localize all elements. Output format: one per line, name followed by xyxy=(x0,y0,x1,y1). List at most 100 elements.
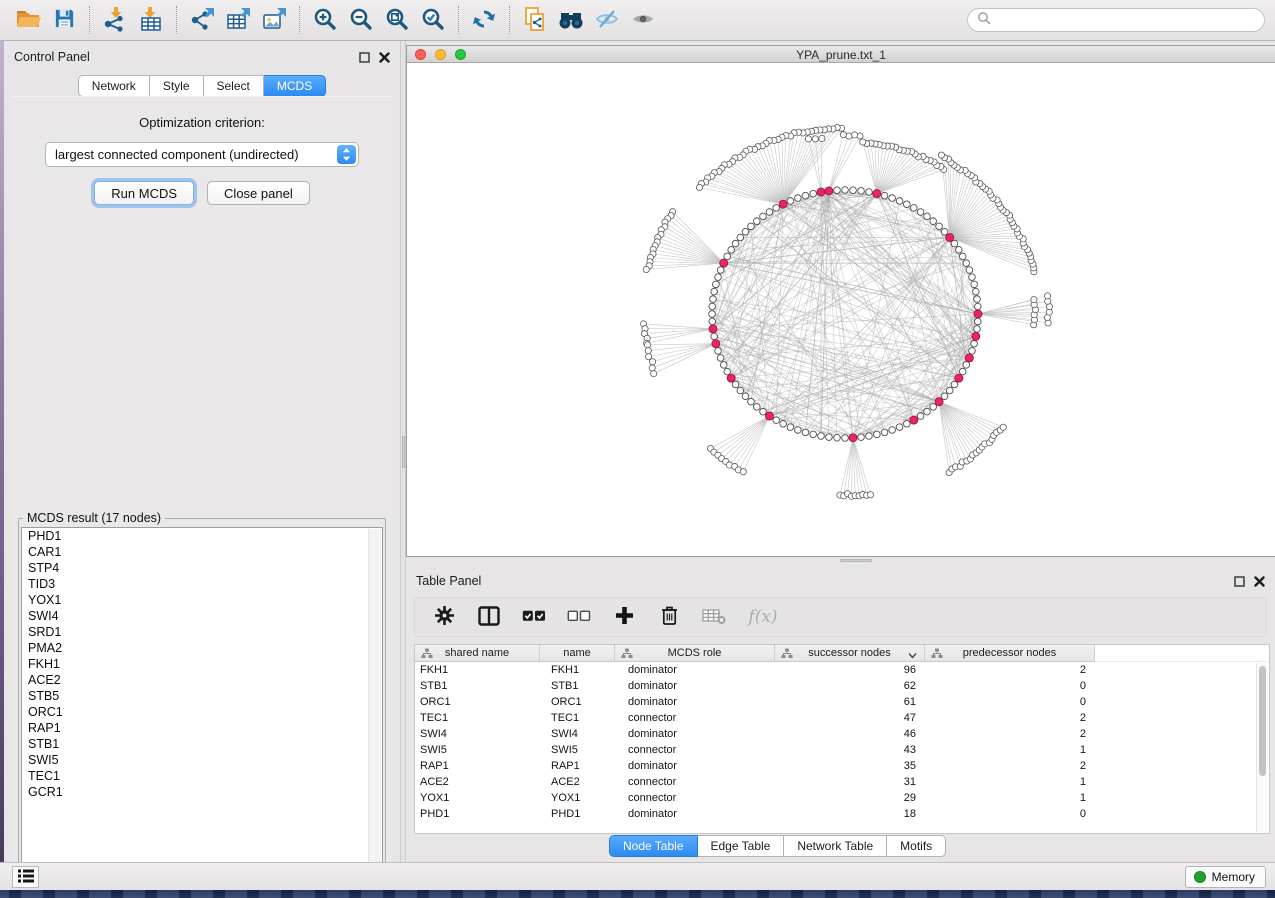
mcds-result-item[interactable]: TEC1 xyxy=(22,768,382,784)
table-row[interactable]: SWI5SWI5connector431 xyxy=(415,742,1269,758)
add-row-button[interactable] xyxy=(611,604,637,630)
zoom-fit-button[interactable] xyxy=(379,3,415,37)
close-panel-icon[interactable] xyxy=(379,50,390,68)
dominator-node[interactable] xyxy=(946,234,954,242)
attribute-tree-icon xyxy=(421,648,433,662)
dominator-node[interactable] xyxy=(972,332,980,340)
column-header-successor-nodes[interactable]: successor nodes xyxy=(775,645,925,662)
import-table-button[interactable] xyxy=(133,3,169,37)
dominator-node[interactable] xyxy=(712,340,720,348)
mcds-result-item[interactable]: SRD1 xyxy=(22,624,382,640)
table-row[interactable]: FKH1FKH1dominator962 xyxy=(415,662,1269,678)
mcds-result-item[interactable]: RAP1 xyxy=(22,720,382,736)
cell: connector xyxy=(615,774,775,790)
mcds-result-item[interactable]: PMA2 xyxy=(22,640,382,656)
cell: FKH1 xyxy=(415,662,540,678)
delete-row-button[interactable] xyxy=(656,604,682,630)
dominator-node[interactable] xyxy=(955,374,963,382)
mcds-result-item[interactable]: CAR1 xyxy=(22,544,382,560)
table-row[interactable]: SWI4SWI4dominator462 xyxy=(415,726,1269,742)
run-mcds-button[interactable]: Run MCDS xyxy=(94,181,194,205)
open-session-button[interactable] xyxy=(10,3,46,37)
dominator-node[interactable] xyxy=(965,354,973,362)
dominator-node[interactable] xyxy=(825,187,833,195)
cell: 0 xyxy=(925,678,1095,694)
import-network-button[interactable] xyxy=(97,3,133,37)
mcds-result-item[interactable]: SWI4 xyxy=(22,608,382,624)
tab-node-table[interactable]: Node Table xyxy=(609,835,698,857)
optimization-criterion-select[interactable]: largest connected component (undirected) xyxy=(45,142,359,167)
dominator-node[interactable] xyxy=(727,374,735,382)
tab-edge-table[interactable]: Edge Table xyxy=(698,835,785,857)
mcds-result-item[interactable]: FKH1 xyxy=(22,656,382,672)
dominator-node[interactable] xyxy=(720,259,728,267)
table-row[interactable]: ACE2ACE2connector311 xyxy=(415,774,1269,790)
mcds-result-item[interactable]: GCR1 xyxy=(22,784,382,800)
mcds-result-item[interactable]: STB1 xyxy=(22,736,382,752)
close-panel-button[interactable]: Close panel xyxy=(207,181,310,205)
column-header-shared-name[interactable]: shared name xyxy=(415,645,540,662)
zoom-out-button[interactable] xyxy=(343,3,379,37)
mcds-result-item[interactable]: SWI5 xyxy=(22,752,382,768)
mcds-result-item[interactable]: PHD1 xyxy=(22,528,382,544)
tab-select[interactable]: Select xyxy=(204,75,264,97)
mcds-result-item[interactable]: ORC1 xyxy=(22,704,382,720)
table-row[interactable]: STB1STB1dominator620 xyxy=(415,678,1269,694)
clone-network-button[interactable] xyxy=(517,3,553,37)
dominator-node[interactable] xyxy=(817,188,825,196)
close-panel-icon[interactable] xyxy=(1254,574,1265,592)
mcds-result-item[interactable]: STP4 xyxy=(22,560,382,576)
column-header-MCDS-role[interactable]: MCDS role xyxy=(615,645,775,662)
tab-style[interactable]: Style xyxy=(150,75,204,97)
mcds-result-item[interactable]: YOX1 xyxy=(22,592,382,608)
cell: 35 xyxy=(775,758,925,774)
select-all-button[interactable] xyxy=(521,604,547,630)
table-row[interactable]: ORC1ORC1dominator610 xyxy=(415,694,1269,710)
network-canvas[interactable] xyxy=(407,63,1274,556)
float-panel-icon[interactable] xyxy=(359,50,370,68)
show-panels-button[interactable] xyxy=(12,866,39,888)
mcds-result-item[interactable]: STB5 xyxy=(22,688,382,704)
show-graphics-details-button[interactable] xyxy=(625,3,661,37)
zoom-in-button[interactable] xyxy=(307,3,343,37)
dominator-node[interactable] xyxy=(935,398,943,406)
export-network-button[interactable] xyxy=(184,3,220,37)
dominator-node[interactable] xyxy=(849,434,857,442)
export-image-button[interactable] xyxy=(256,3,292,37)
zoom-selected-button[interactable] xyxy=(415,3,451,37)
float-panel-icon[interactable] xyxy=(1234,574,1245,592)
dominator-node[interactable] xyxy=(765,412,773,420)
apply-layout-button[interactable] xyxy=(466,3,502,37)
tab-motifs[interactable]: Motifs xyxy=(887,835,946,857)
splitter-handle[interactable] xyxy=(402,436,405,468)
tab-network-table[interactable]: Network Table xyxy=(784,835,887,857)
dominator-node[interactable] xyxy=(974,310,982,318)
unselect-all-button[interactable] xyxy=(566,604,592,630)
tab-mcds[interactable]: MCDS xyxy=(264,75,326,97)
dominator-node[interactable] xyxy=(709,325,717,333)
column-header-predecessor-nodes[interactable]: predecessor nodes xyxy=(925,645,1095,662)
table-row[interactable]: RAP1RAP1dominator352 xyxy=(415,758,1269,774)
mcds-result-item[interactable]: ACE2 xyxy=(22,672,382,688)
save-session-button[interactable] xyxy=(46,3,82,37)
binoculars-button[interactable] xyxy=(553,3,589,37)
mcds-result-item[interactable]: TID3 xyxy=(22,576,382,592)
dominator-node[interactable] xyxy=(910,416,918,424)
dominator-node[interactable] xyxy=(873,190,881,198)
column-header-name[interactable]: name xyxy=(540,645,615,662)
horizontal-splitter[interactable] xyxy=(406,557,1275,565)
hide-graphics-details-button[interactable] xyxy=(589,3,625,37)
table-row[interactable]: YOX1YOX1connector291 xyxy=(415,790,1269,806)
search-input[interactable] xyxy=(997,13,1255,27)
table-scrollbar-thumb[interactable] xyxy=(1259,666,1266,776)
splitter-handle[interactable] xyxy=(840,559,872,562)
mcds-result-list[interactable]: PHD1CAR1STP4TID3YOX1SWI4SRD1PMA2FKH1ACE2… xyxy=(21,527,383,880)
show-columns-button[interactable] xyxy=(476,604,502,630)
dominator-node[interactable] xyxy=(779,200,787,208)
export-table-button[interactable] xyxy=(220,3,256,37)
table-row[interactable]: PHD1PHD1dominator180 xyxy=(415,806,1269,822)
table-row[interactable]: TEC1TEC1connector472 xyxy=(415,710,1269,726)
table-options-button[interactable] xyxy=(431,604,457,630)
memory-button[interactable]: Memory xyxy=(1185,866,1266,888)
tab-network[interactable]: Network xyxy=(78,75,150,97)
